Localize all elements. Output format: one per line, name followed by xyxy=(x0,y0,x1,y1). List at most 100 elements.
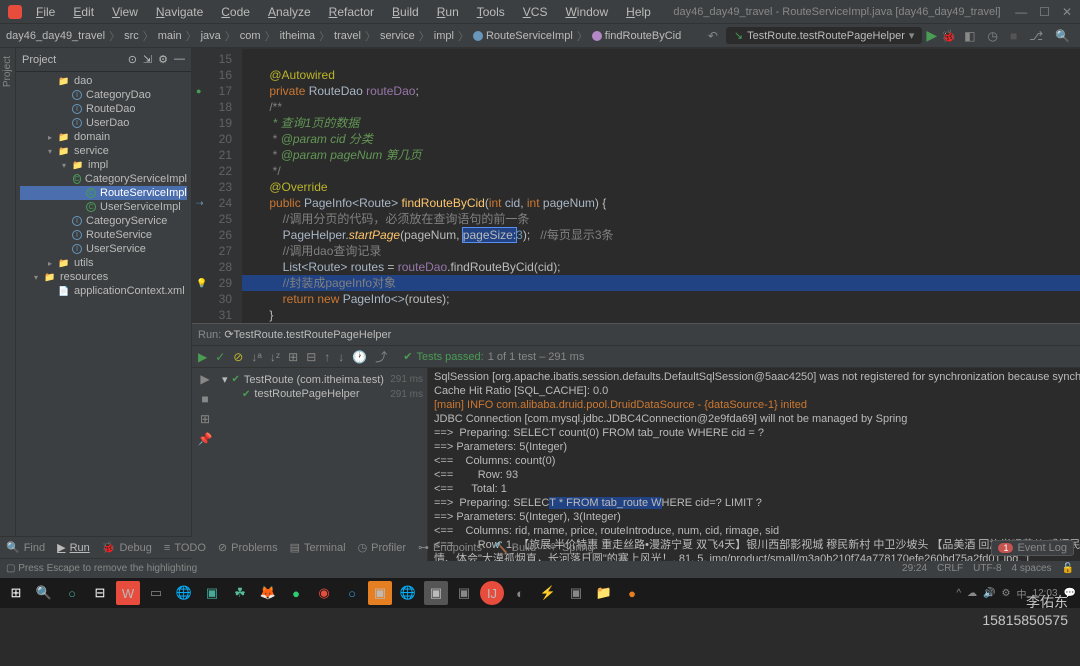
tb-app-9[interactable]: 🌐 xyxy=(396,581,420,605)
tray-icon-1[interactable]: ^ xyxy=(956,588,961,599)
menu-edit[interactable]: Edit xyxy=(65,3,102,21)
breadcrumb-item[interactable]: com xyxy=(240,30,261,42)
project-select-icon[interactable]: ⊙ xyxy=(128,53,137,66)
breadcrumb-item[interactable]: impl xyxy=(434,30,454,42)
breadcrumb-item[interactable]: java xyxy=(201,30,221,42)
profile-icon[interactable]: ◷ xyxy=(983,29,1001,43)
toggle-icon[interactable]: ✓ xyxy=(215,350,225,364)
rerun2-icon[interactable]: ▶ xyxy=(196,372,214,386)
history-icon[interactable]: 🕐 xyxy=(352,350,367,364)
menu-view[interactable]: View xyxy=(104,3,146,21)
tb-app-1[interactable]: W xyxy=(116,581,140,605)
tree-node[interactable]: CCategoryServiceImpl xyxy=(20,172,187,186)
tree-node[interactable]: ▾📁service xyxy=(20,144,187,158)
tree-node[interactable]: IRouteDao xyxy=(20,102,187,116)
tree-node[interactable]: IUserService xyxy=(20,242,187,256)
tree-node[interactable]: ICategoryDao xyxy=(20,88,187,102)
tree-node[interactable]: IRouteService xyxy=(20,228,187,242)
tree-node[interactable]: ▾📁impl xyxy=(20,158,187,172)
endpoints-tool[interactable]: ⊶ Endpoints xyxy=(418,541,482,554)
stop2-icon[interactable]: ■ xyxy=(196,392,214,406)
pin-icon[interactable]: 📌 xyxy=(196,432,214,446)
tb-app-11[interactable]: ▣ xyxy=(452,581,476,605)
start-icon[interactable]: ⊞ xyxy=(4,581,28,605)
tb-app-7[interactable]: ○ xyxy=(340,581,364,605)
tb-app-13[interactable]: ⚡ xyxy=(536,581,560,605)
sort2-icon[interactable]: ↓ᶻ xyxy=(270,350,280,364)
todo-tool[interactable]: ≡ TODO xyxy=(164,542,206,554)
indent[interactable]: 4 spaces xyxy=(1012,563,1052,574)
back-icon[interactable]: ↶ xyxy=(704,29,722,43)
code-content[interactable]: @Autowired private RouteDao routeDao; /*… xyxy=(242,49,1080,323)
tree-node[interactable]: ▸📁utils xyxy=(20,256,187,270)
tray-icon-4[interactable]: ⚙ xyxy=(1002,588,1011,599)
tb-app-12[interactable]: ◐ xyxy=(508,581,532,605)
cortana-icon[interactable]: ○ xyxy=(60,581,84,605)
tb-app-14[interactable]: ▣ xyxy=(564,581,588,605)
tray-icon-5[interactable]: 中 xyxy=(1017,586,1027,601)
editor-body[interactable]: 15 16 ●17 18 19 20 21 22 23 ⇢24 25 26 27… xyxy=(192,49,1080,323)
collapse-icon[interactable]: ⊟ xyxy=(306,350,316,364)
tray-icon-2[interactable]: ☁ xyxy=(967,588,977,599)
breadcrumb-item[interactable]: day46_day49_travel xyxy=(6,30,105,42)
menu-tools[interactable]: Tools xyxy=(469,3,513,21)
project-collapse-icon[interactable]: ⇲ xyxy=(143,53,152,66)
tree-node[interactable]: ▸📁domain xyxy=(20,130,187,144)
run-config-selector[interactable]: ↘ TestRoute.testRoutePageHelper ▾ xyxy=(726,27,923,44)
line-sep[interactable]: CRLF xyxy=(937,563,963,574)
prev-icon[interactable]: ↑ xyxy=(324,350,330,364)
sidebar-tab-project[interactable]: Project xyxy=(0,48,15,95)
breadcrumb-item[interactable]: main xyxy=(158,30,182,42)
clock[interactable]: 12:03 xyxy=(1033,588,1058,599)
cursor-position[interactable]: 29:24 xyxy=(902,563,927,574)
debug-tool[interactable]: 🐞 Debug xyxy=(102,541,152,554)
menu-window[interactable]: Window xyxy=(557,3,616,21)
tree-node[interactable]: CRouteServiceImpl xyxy=(20,186,187,200)
tb-app-15[interactable]: ● xyxy=(620,581,644,605)
readonly-icon[interactable]: 🔓 xyxy=(1062,563,1074,574)
menu-navigate[interactable]: Navigate xyxy=(148,3,211,21)
menu-build[interactable]: Build xyxy=(384,3,427,21)
sort-icon[interactable]: ↓ᵃ xyxy=(251,350,261,364)
tb-app-10[interactable]: ▣ xyxy=(424,581,448,605)
encoding[interactable]: UTF-8 xyxy=(973,563,1001,574)
find-tool[interactable]: 🔍 Find xyxy=(6,541,45,554)
terminal-tool[interactable]: ▤ Terminal xyxy=(290,541,346,554)
breadcrumb-item[interactable]: itheima xyxy=(280,30,315,42)
breadcrumb-item[interactable]: src xyxy=(124,30,139,42)
tray-icon-3[interactable]: 🔊 xyxy=(983,588,995,599)
coverage-icon[interactable]: ◧ xyxy=(960,29,979,43)
close-icon[interactable]: ✕ xyxy=(1062,5,1072,19)
taskview-icon[interactable]: ⊟ xyxy=(88,581,112,605)
tb-intellij[interactable]: IJ xyxy=(480,581,504,605)
project-hide-icon[interactable]: — xyxy=(174,53,185,66)
spring-tool[interactable]: ⚘ Spring xyxy=(548,541,594,554)
tree-node[interactable]: IUserDao xyxy=(20,116,187,130)
minimize-icon[interactable]: — xyxy=(1015,5,1027,19)
debug-icon[interactable]: 🐞 xyxy=(941,29,956,43)
profiler-tool[interactable]: ◷ Profiler xyxy=(358,541,406,554)
problems-tool[interactable]: ⊘ Problems xyxy=(218,541,278,554)
export-icon[interactable]: ⤴ xyxy=(375,348,387,365)
tree-node[interactable]: CUserServiceImpl xyxy=(20,200,187,214)
tb-app-6[interactable]: ◉ xyxy=(312,581,336,605)
menu-run[interactable]: Run xyxy=(429,3,467,21)
filter-icon[interactable]: ⊘ xyxy=(233,350,243,364)
run-icon[interactable]: ▶ xyxy=(926,27,937,44)
notification-icon[interactable]: 💬 xyxy=(1064,588,1076,599)
menu-code[interactable]: Code xyxy=(213,3,258,21)
tb-app-4[interactable]: ☘ xyxy=(228,581,252,605)
tb-app-3[interactable]: ▣ xyxy=(200,581,224,605)
tb-app-8[interactable]: ▣ xyxy=(368,581,392,605)
menu-vcs[interactable]: VCS xyxy=(515,3,556,21)
console-output[interactable]: SqlSession [org.apache.ibatis.session.de… xyxy=(428,368,1080,561)
next-icon[interactable]: ↓ xyxy=(338,350,344,364)
tree-node[interactable]: ICategoryService xyxy=(20,214,187,228)
search-icon[interactable]: 🔍 xyxy=(1051,29,1074,43)
menu-file[interactable]: File xyxy=(28,3,63,21)
tb-app-5[interactable]: ● xyxy=(284,581,308,605)
breadcrumb-item[interactable]: travel xyxy=(334,30,361,42)
tree-node[interactable]: 📄applicationContext.xml xyxy=(20,284,187,298)
search-taskbar-icon[interactable]: 🔍 xyxy=(32,581,56,605)
test-tree[interactable]: ▾✔ TestRoute (com.itheima.test) 291 ms ✔… xyxy=(218,368,428,561)
